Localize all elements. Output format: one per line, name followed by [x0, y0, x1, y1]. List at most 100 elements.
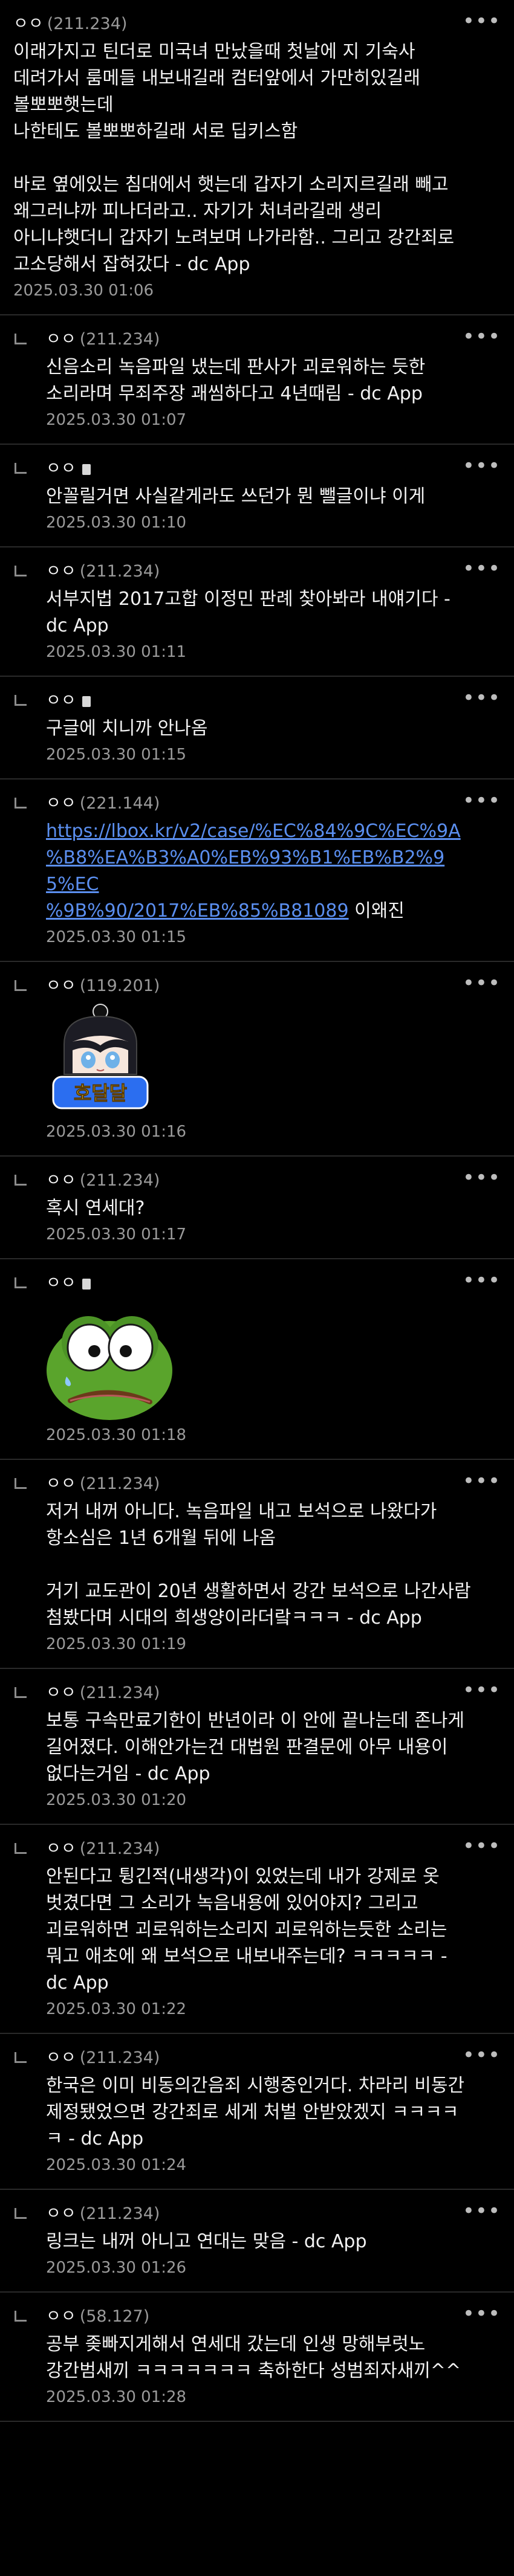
- comment-ip: (211.234): [79, 1171, 160, 1190]
- comment-ip: (221.144): [79, 794, 160, 813]
- reply-arrow-icon: [15, 1478, 27, 1489]
- more-options-button[interactable]: •••: [463, 11, 501, 31]
- comment-nickname[interactable]: ㅇㅇ: [46, 976, 76, 995]
- comment-date: 2025.03.30 01:11: [46, 643, 187, 661]
- reply-comment: ㅇㅇ (211.234) ••• 한국은 이미 비동의간음죄 시행중인거다. 차라리 …: [0, 2034, 514, 2190]
- comment-date: 2025.03.30 01:26: [46, 2259, 187, 2277]
- comment-ip: (211.234): [79, 1474, 160, 1493]
- reply-comment: ㅇㅇ (221.144) ••• https://lbox.kr/v2/case/%E…: [0, 780, 514, 962]
- comment-text: 이래가지고 틴더로 미국녀 만났을때 첫날에 지 기숙사 데려가서 룸메들 내보…: [13, 41, 455, 275]
- reply-arrow-icon: [15, 1843, 27, 1854]
- comment-date: 2025.03.30 01:19: [46, 1635, 187, 1653]
- comment-ip: (211.234): [79, 2204, 160, 2223]
- reply-arrow-icon: [15, 566, 27, 576]
- more-options-button[interactable]: •••: [463, 558, 501, 579]
- comment-date: 2025.03.30 01:24: [46, 2156, 187, 2174]
- comment-meta: ㅇㅇ (211.234): [46, 561, 472, 583]
- comment-meta: ㅇㅇ: [46, 690, 472, 712]
- link-text-line: %9B%90/2017%EB%85%B81089: [46, 900, 349, 922]
- comment-nickname[interactable]: ㅇㅇ: [46, 2204, 76, 2223]
- reply-arrow-icon: [15, 1277, 27, 1288]
- reply-arrow-icon: [15, 2208, 27, 2219]
- more-options-button[interactable]: •••: [463, 2201, 501, 2221]
- reply-comment: ㅇㅇ ••• 2025.03.30 01:18: [0, 1259, 514, 1460]
- comment-nickname[interactable]: ㅇㅇ: [46, 2048, 76, 2067]
- reply-arrow-icon: [15, 1687, 27, 1698]
- comment-nickname[interactable]: ㅇㅇ: [46, 330, 76, 349]
- more-options-button[interactable]: •••: [463, 973, 501, 993]
- comment-date: 2025.03.30 01:06: [13, 282, 154, 300]
- comment-text: 한국은 이미 비동의간음죄 시행중인거다. 차라리 비동간 제정됐었으면 강간죄…: [46, 2075, 465, 2149]
- comment-text: 혹시 연세대?: [46, 1198, 145, 1219]
- more-options-button[interactable]: •••: [463, 688, 501, 708]
- reply-arrow-icon: [15, 463, 27, 474]
- comment-nickname[interactable]: ㅇㅇ: [46, 562, 76, 581]
- reply-arrow-icon: [15, 695, 27, 706]
- reply-arrow-icon: [15, 2052, 27, 2063]
- comment-meta: ㅇㅇ (221.144): [46, 793, 472, 815]
- comment-nickname[interactable]: ㅇㅇ: [46, 1839, 76, 1858]
- more-options-button[interactable]: •••: [463, 1836, 501, 1856]
- comment-text: 안된다고 튕긴적(내생각)이 있었는데 내가 강제로 옷 벗겼다면 그 소리가 …: [46, 1866, 447, 1993]
- comment-nickname[interactable]: ㅇㅇ: [46, 459, 76, 478]
- mobile-device-icon: [82, 696, 91, 707]
- comment-meta: ㅇㅇ: [46, 458, 472, 480]
- comment-nickname[interactable]: ㅇㅇ: [46, 794, 76, 813]
- comment-meta: ㅇㅇ (211.234): [46, 329, 472, 350]
- more-options-button[interactable]: •••: [463, 456, 501, 476]
- more-options-button[interactable]: •••: [463, 1680, 501, 1700]
- more-options-button[interactable]: •••: [463, 790, 501, 811]
- comment-date: 2025.03.30 01:20: [46, 1791, 187, 1809]
- comment-date: 2025.03.30 01:17: [46, 1225, 187, 1244]
- comment: ㅇㅇ (211.234) ••• 이래가지고 틴더로 미국녀 만났을때 첫날에 지 기…: [0, 0, 514, 315]
- comment-date: 2025.03.30 01:28: [46, 2388, 187, 2406]
- reply-arrow-icon: [15, 334, 27, 344]
- comment-nickname[interactable]: ㅇㅇ: [46, 1683, 76, 1702]
- comment-meta: ㅇㅇ (211.234): [13, 13, 472, 35]
- comment-meta: ㅇㅇ (211.234): [46, 2047, 472, 2069]
- comment-date: 2025.03.30 01:07: [46, 411, 187, 429]
- comment-ip: (119.201): [79, 976, 160, 995]
- more-options-button[interactable]: •••: [463, 2303, 501, 2324]
- comment-text: 공부 좆빠지게해서 연세대 갔는데 인생 망해부럿노 강간범새끼 ㅋㅋㅋㅋㅋㅋㅋ…: [46, 2334, 461, 2381]
- comment-text: 안꼴릴거면 사실같게라도 쓰던가 뭔 뺄글이냐 이게: [46, 486, 426, 507]
- reply-comment: ㅇㅇ ••• 구글에 치니까 안나옴 2025.03.30 01:15: [0, 677, 514, 780]
- reply-comment: ㅇㅇ (119.201) ••• 호달달 2025.03.30 01:16: [0, 962, 514, 1157]
- mobile-device-icon: [82, 464, 91, 475]
- reply-arrow-icon: [15, 2311, 27, 2322]
- more-options-button[interactable]: •••: [463, 1167, 501, 1188]
- comment-meta: ㅇㅇ (211.234): [46, 2203, 472, 2225]
- reply-comment: ㅇㅇ ••• 안꼴릴거면 사실같게라도 쓰던가 뭔 뺄글이냐 이게 2025.03.3…: [0, 445, 514, 547]
- more-options-button[interactable]: •••: [463, 326, 501, 347]
- reply-comment: ㅇㅇ (211.234) ••• 저거 내꺼 아니다. 녹음파일 내고 보석으로 나왔…: [0, 1460, 514, 1669]
- comment-meta: ㅇㅇ (211.234): [46, 1682, 472, 1704]
- comment-meta: ㅇㅇ (211.234): [46, 1473, 472, 1495]
- comment-nickname[interactable]: ㅇㅇ: [13, 15, 44, 33]
- comment-meta: ㅇㅇ (211.234): [46, 1838, 472, 1860]
- comment-ip: (211.234): [79, 1683, 160, 1702]
- comment-date: 2025.03.30 01:10: [46, 514, 187, 532]
- comment-nickname[interactable]: ㅇㅇ: [46, 1474, 76, 1493]
- comment-date: 2025.03.30 01:15: [46, 928, 187, 946]
- comment-ip: (211.234): [79, 2048, 160, 2067]
- more-options-button[interactable]: •••: [463, 1471, 501, 1491]
- comment-text: 구글에 치니까 안나옴: [46, 718, 208, 739]
- reply-arrow-icon: [15, 798, 27, 809]
- comment-nickname[interactable]: ㅇㅇ: [46, 1274, 76, 1293]
- comment-text: 신음소리 녹음파일 냈는데 판사가 괴로워하는 듯한 소리라며 무죄주장 괘씸하…: [46, 357, 426, 404]
- comment-nickname[interactable]: ㅇㅇ: [46, 691, 76, 710]
- comment-nickname[interactable]: ㅇㅇ: [46, 1171, 76, 1190]
- reply-comment: ㅇㅇ (211.234) ••• 서부지법 2017고합 이정민 판례 찾아봐라 내얘…: [0, 547, 514, 677]
- reply-comment: ㅇㅇ (211.234) ••• 링크는 내꺼 아니고 연대는 맞음 - dc App…: [0, 2190, 514, 2293]
- reply-comment: ㅇㅇ (58.127) ••• 공부 좆빠지게해서 연세대 갔는데 인생 망해부럿노 …: [0, 2293, 514, 2422]
- comment-date: 2025.03.30 01:18: [46, 1426, 187, 1444]
- more-options-button[interactable]: •••: [463, 2045, 501, 2065]
- comment-date: 2025.03.30 01:16: [46, 1123, 187, 1141]
- link-text-line: %B8%EA%B3%A0%EB%93%B1%EB%B2%95%EC: [46, 847, 445, 895]
- link-text-line: https://lbox.kr/v2/case/%EC%84%9C%EC%9A: [46, 821, 461, 842]
- comment-ip: (211.234): [47, 15, 128, 33]
- comment-thread: ㅇㅇ (211.234) ••• 이래가지고 틴더로 미국녀 만났을때 첫날에 지 기…: [0, 0, 514, 2422]
- comment-meta: ㅇㅇ (58.127): [46, 2306, 472, 2328]
- more-options-button[interactable]: •••: [463, 1270, 501, 1291]
- comment-nickname[interactable]: ㅇㅇ: [46, 2307, 76, 2326]
